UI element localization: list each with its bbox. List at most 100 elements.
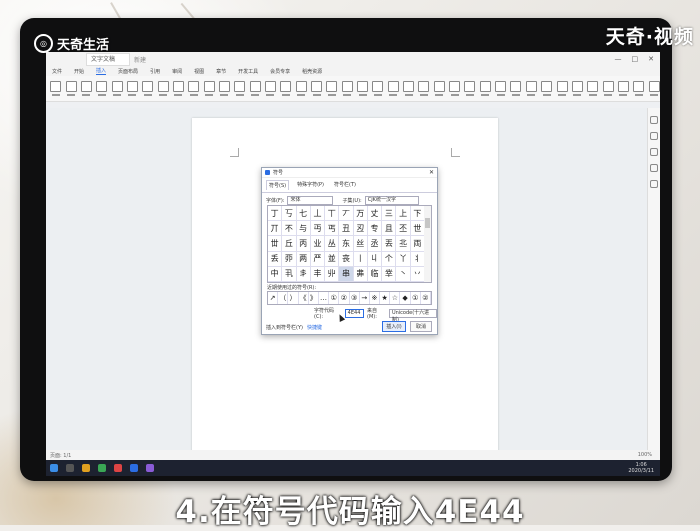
symbol-cell[interactable]: 丐 [325, 221, 340, 237]
recent-symbol-cell[interactable]: ② [421, 292, 431, 304]
subset-select[interactable]: CJK统一汉字 [364, 196, 419, 205]
ribbon-button-icon[interactable] [50, 80, 62, 97]
shortcut-link[interactable]: 快捷键 [307, 324, 322, 331]
ribbon-button-icon[interactable] [326, 80, 338, 97]
symbol-cell[interactable]: 丆 [339, 206, 354, 222]
recent-symbol-cell[interactable]: ② [339, 292, 350, 304]
symbol-cell[interactable]: 丧 [339, 251, 354, 267]
symbol-cell[interactable]: 业 [310, 236, 326, 252]
ribbon-button-icon[interactable] [602, 80, 614, 97]
clock[interactable]: 1:06 2020/3/11 [628, 462, 660, 474]
ribbon-button-icon[interactable] [510, 80, 522, 97]
menu-file[interactable]: 文件 [52, 68, 62, 75]
new-tab-button[interactable]: 新建 [134, 55, 146, 64]
ribbon-button-icon[interactable] [464, 80, 476, 97]
menu-docer[interactable]: 稻壳资源 [302, 68, 322, 75]
settings-icon[interactable] [650, 180, 658, 188]
recent-symbol-cell[interactable]: ※ [370, 292, 381, 304]
symbol-cell[interactable]: 世 [410, 221, 425, 237]
document-tab[interactable]: 文字文稿 [86, 52, 131, 66]
symbol-cell[interactable]: 丄 [310, 206, 326, 222]
select-icon[interactable] [650, 132, 658, 140]
zoom-level[interactable]: 100% [638, 452, 660, 458]
ribbon-button-icon[interactable] [111, 80, 123, 97]
symbol-cell[interactable]: 丳 [353, 266, 368, 282]
close-icon[interactable]: ✕ [429, 169, 434, 176]
ribbon-button-icon[interactable] [449, 80, 461, 97]
symbol-cell[interactable]: 串 [339, 266, 354, 282]
symbol-cell[interactable]: 下 [410, 206, 425, 222]
ribbon-button-icon[interactable] [571, 80, 583, 97]
recent-symbol-cell[interactable]: ） [288, 292, 299, 304]
symbol-cell[interactable]: 丯 [296, 266, 311, 282]
edit-icon[interactable] [650, 116, 658, 124]
symbol-cell[interactable]: 丣 [282, 251, 297, 267]
ribbon-button-icon[interactable] [633, 80, 645, 97]
ribbon-button-icon[interactable] [80, 80, 92, 97]
minimize-icon[interactable]: — [615, 55, 622, 63]
share-icon[interactable] [650, 164, 658, 172]
symbol-cell[interactable]: 丟 [382, 236, 397, 252]
ribbon-button-icon[interactable] [648, 80, 660, 97]
recent-symbol-cell[interactable]: → [360, 292, 370, 304]
ribbon-button-icon[interactable] [157, 80, 169, 97]
symbol-cell[interactable]: 七 [296, 206, 311, 222]
ribbon-button-icon[interactable] [234, 80, 246, 97]
ribbon-button-icon[interactable] [556, 80, 568, 97]
ribbon-button-icon[interactable] [142, 80, 154, 97]
menu-review[interactable]: 审阅 [172, 68, 182, 75]
char-code-input[interactable]: 4E44 [344, 309, 364, 318]
symbol-cell[interactable]: 丛 [325, 236, 340, 252]
ribbon-button-icon[interactable] [541, 80, 553, 97]
insert-to-symbol-bar[interactable]: 插入到符号栏(Y) [266, 324, 303, 331]
from-select[interactable]: Unicode(十六进制) [388, 309, 438, 323]
symbol-cell[interactable]: 丂 [282, 206, 297, 222]
ribbon-button-icon[interactable] [311, 80, 323, 97]
symbol-cell[interactable]: 丬 [410, 251, 425, 267]
wps-icon[interactable] [114, 464, 122, 472]
ribbon-button-icon[interactable] [479, 80, 491, 97]
ribbon-button-icon[interactable] [249, 80, 261, 97]
symbol-cell[interactable]: 丮 [282, 266, 297, 282]
font-select[interactable]: 宋体 [287, 196, 334, 205]
symbol-grid-scrollbar[interactable] [424, 205, 432, 283]
symbol-cell[interactable]: 丷 [410, 266, 425, 282]
symbol-cell[interactable]: 个 [382, 251, 397, 267]
ribbon-button-icon[interactable] [357, 80, 369, 97]
recent-symbol-cell[interactable]: ★ [380, 292, 391, 304]
recent-symbol-cell[interactable]: ☆ [390, 292, 401, 304]
ribbon-button-icon[interactable] [218, 80, 230, 97]
ribbon-button-icon[interactable] [126, 80, 138, 97]
search-icon[interactable] [66, 464, 74, 472]
ribbon-button-icon[interactable] [418, 80, 430, 97]
ribbon-button-icon[interactable] [495, 80, 507, 97]
ribbon-button-icon[interactable] [264, 80, 276, 97]
symbol-cell[interactable]: 丏 [310, 221, 326, 237]
symbol-cell[interactable]: 丕 [396, 221, 411, 237]
symbol-cell[interactable]: 丅 [325, 206, 340, 222]
symbol-cell[interactable]: 両 [410, 236, 425, 252]
symbol-cell[interactable]: 中 [268, 266, 283, 282]
wps-writer-icon[interactable] [130, 464, 138, 472]
app-icon[interactable] [146, 464, 154, 472]
tab-special-chars[interactable]: 特殊字符(P) [295, 180, 326, 190]
ribbon-button-icon[interactable] [96, 80, 108, 97]
menu-view[interactable]: 视图 [194, 68, 204, 75]
cancel-button[interactable]: 取消 [410, 321, 432, 332]
ribbon-button-icon[interactable] [372, 80, 384, 97]
symbol-cell[interactable]: 万 [353, 206, 368, 222]
ribbon-button-icon[interactable] [387, 80, 399, 97]
recent-symbol-cell[interactable]: ① [329, 292, 340, 304]
close-icon[interactable]: ✕ [648, 55, 654, 63]
start-icon[interactable] [50, 464, 58, 472]
recent-symbol-cell[interactable]: 》 [309, 292, 319, 304]
ribbon-button-icon[interactable] [525, 80, 537, 97]
symbol-cell[interactable]: 丝 [353, 236, 368, 252]
symbol-cell[interactable]: 丘 [282, 236, 297, 252]
recent-symbol-cell[interactable]: ◆ [400, 292, 411, 304]
ribbon-button-icon[interactable] [295, 80, 307, 97]
symbol-cell[interactable]: 严 [310, 251, 326, 267]
symbol-cell[interactable]: 与 [296, 221, 311, 237]
ribbon-button-icon[interactable] [188, 80, 200, 97]
recent-symbol-cell[interactable]: ↗ [268, 292, 279, 304]
